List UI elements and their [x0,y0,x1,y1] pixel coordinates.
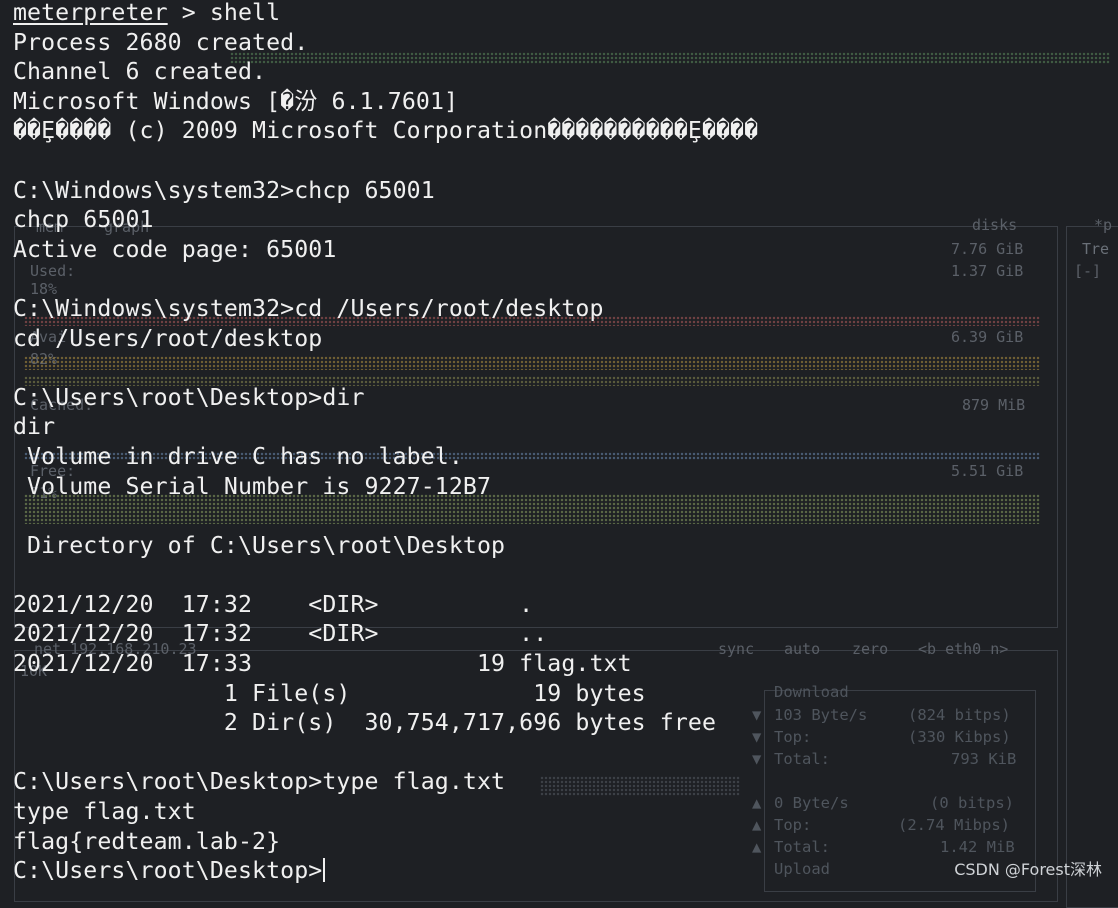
terminal-line: dir [13,413,56,441]
download-total-value: 793 KiB [951,750,1017,768]
upload-total-label: Total: [774,838,830,856]
download-top-label: Top: [774,728,812,746]
terminal-line: type flag.txt [13,798,196,826]
disk-value-4: 879 MiB [962,396,1026,414]
download-label: Download [774,683,849,701]
terminal-line-flag: flag{redteam.lab-2} [13,827,281,855]
download-top-value: (330 Kibps) [908,728,1011,746]
upload-top-value: (2.74 Mibps) [898,816,1010,834]
download-rate-label: 103 Byte/s [774,706,868,724]
terminal-prompt-line[interactable]: C:\Users\root\Desktop> [13,856,758,886]
disk-value-2: 1.37 GiB [951,262,1024,280]
terminal-line: C:\Users\root\Desktop>dir [13,383,365,411]
terminal-line: Microsoft Windows [�汾 6.1.7601] [13,87,459,115]
terminal-line: 2021/12/20 17:33 19 flag.txt [13,650,632,678]
terminal-line: C:\Users\root\Desktop>type flag.txt [13,768,506,796]
upload-top-label: Top: [774,816,812,834]
terminal-line: 2021/12/20 17:32 <DIR> . [13,590,534,618]
terminal-line: cd /Users/root/desktop [13,324,323,352]
terminal-line-meterpreter: meterpreter > shell [13,0,758,28]
terminal-line: 2021/12/20 17:32 <DIR> .. [13,620,548,648]
disk-value-5: 5.51 GiB [951,462,1024,480]
csdn-watermark: CSDN @Forest深林 [954,860,1102,879]
terminal-line: C:\Windows\system32>chcp 65001 [13,176,435,204]
current-prompt: C:\Users\root\Desktop> [13,857,323,885]
upload-total-value: 1.42 MiB [940,838,1015,856]
terminal-line: Active code page: 65001 [13,235,337,263]
proc-collapse-label: [-] [1074,262,1102,280]
terminal-line: Directory of C:\Users\root\Desktop [13,531,506,559]
terminal-line: Channel 6 created. [13,58,267,86]
text-cursor [323,858,326,883]
terminal-line: ��Ȩ���� (c) 2009 Microsoft Corporation��… [13,117,759,145]
disk-value-1: 7.76 GiB [951,240,1024,258]
upload-label: Upload [774,860,830,878]
proc-panel [1066,226,1118,908]
download-rate-value: (824 bitps) [908,706,1011,724]
meterpreter-prompt: meterpreter [13,0,168,26]
terminal-line: Process 2680 created. [13,28,309,56]
upload-rate-value: (0 bitps) [930,794,1014,812]
terminal-output[interactable]: meterpreter > shell Process 2680 created… [13,0,758,886]
net-tab-eth0: <b eth0 n> [918,640,1009,658]
terminal-line: 1 File(s) 19 bytes [13,679,646,707]
net-tab-auto: auto [784,640,821,658]
terminal-line: C:\Windows\system32>cd /Users/root/deskt… [13,294,604,322]
disks-label: disks [972,216,1018,234]
download-total-label: Total: [774,750,830,768]
net-tab-zero: zero [852,640,889,658]
proc-tree-label: Tre [1082,240,1110,258]
proc-label: *p [1094,216,1113,234]
terminal-line: Volume Serial Number is 9227-12B7 [13,472,492,500]
disk-value-3: 6.39 GiB [951,328,1024,346]
meterpreter-command: > shell [167,0,281,26]
terminal-line: 2 Dir(s) 30,754,717,696 bytes free [13,709,717,737]
upload-rate-label: 0 Byte/s [774,794,849,812]
terminal-line: Volume in drive C has no label. [13,442,463,470]
terminal-line: chcp 65001 [13,206,154,234]
